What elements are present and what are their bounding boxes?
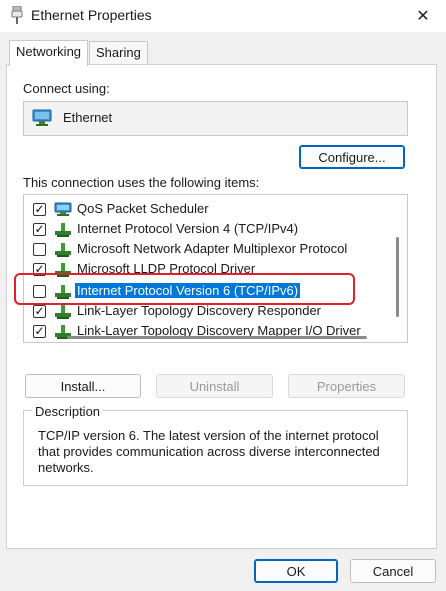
tab-label: Networking xyxy=(16,44,82,59)
checkbox[interactable]: ✓ xyxy=(33,223,46,236)
vertical-scrollbar[interactable] xyxy=(396,237,399,317)
list-item[interactable]: ✓ Internet Protocol Version 4 (TCP/IPv4) xyxy=(24,219,394,239)
install-button[interactable]: Install... xyxy=(25,374,141,398)
list-item[interactable]: Microsoft Network Adapter Multiplexor Pr… xyxy=(24,239,394,259)
list-item[interactable]: ✓ Link-Layer Topology Discovery Responde… xyxy=(24,301,394,321)
configure-button-label: Configure... xyxy=(318,149,386,165)
tab-networking[interactable]: Networking xyxy=(9,40,89,66)
tab-sharing[interactable]: Sharing xyxy=(89,41,148,64)
list-item[interactable]: Internet Protocol Version 6 (TCP/IPv6) xyxy=(24,281,394,301)
properties-button[interactable]: Properties xyxy=(288,374,405,398)
checkbox[interactable]: ✓ xyxy=(33,325,46,338)
checkbox[interactable] xyxy=(33,243,46,256)
protocol-icon xyxy=(55,285,71,299)
checkbox[interactable] xyxy=(33,285,46,298)
protocol-icon xyxy=(55,223,71,237)
network-cable-icon xyxy=(11,6,23,24)
install-button-label: Install... xyxy=(60,378,106,394)
protocol-icon xyxy=(55,243,71,257)
description-title: Description xyxy=(32,404,104,419)
network-service-icon xyxy=(54,202,72,216)
ok-button[interactable]: OK xyxy=(254,559,338,583)
tab-label: Sharing xyxy=(96,45,141,60)
adapter-box: Ethernet xyxy=(23,101,408,136)
network-adapter-icon xyxy=(32,109,52,126)
close-icon: ✕ xyxy=(416,8,430,25)
list-item-label: Link-Layer Topology Discovery Responder xyxy=(77,303,321,318)
list-item-label: Internet Protocol Version 4 (TCP/IPv4) xyxy=(77,221,299,236)
ok-button-label: OK xyxy=(286,563,306,579)
uninstall-button-label: Uninstall xyxy=(189,378,240,394)
list-item-label: QoS Packet Scheduler xyxy=(77,201,209,216)
horizontal-scrollbar[interactable] xyxy=(67,336,367,339)
uninstall-button[interactable]: Uninstall xyxy=(156,374,273,398)
protocol-icon xyxy=(55,263,71,277)
list-item-label: Internet Protocol Version 6 (TCP/IPv6) xyxy=(75,283,301,298)
protocol-icon xyxy=(55,305,71,319)
items-list[interactable]: ✓ QoS Packet Scheduler ✓ Internet Protoc… xyxy=(23,194,408,343)
list-item[interactable]: ✓ QoS Packet Scheduler xyxy=(24,199,394,219)
close-button[interactable]: ✕ xyxy=(400,0,446,32)
checkbox[interactable]: ✓ xyxy=(33,203,46,216)
items-label: This connection uses the following items… xyxy=(23,175,260,190)
checkbox[interactable]: ✓ xyxy=(33,305,46,318)
cancel-button-label: Cancel xyxy=(372,563,414,579)
adapter-name: Ethernet xyxy=(63,110,113,125)
title-bar: Ethernet Properties ✕ xyxy=(0,0,446,32)
list-item-label: Microsoft Network Adapter Multiplexor Pr… xyxy=(77,241,348,256)
description-text: TCP/IP version 6. The latest version of … xyxy=(38,428,380,475)
connect-using-label: Connect using: xyxy=(23,81,110,96)
configure-button[interactable]: Configure... xyxy=(299,145,405,169)
properties-button-label: Properties xyxy=(316,378,377,394)
list-item[interactable]: ✓ Microsoft LLDP Protocol Driver xyxy=(24,259,394,279)
list-item-label: Microsoft LLDP Protocol Driver xyxy=(77,261,256,276)
cancel-button[interactable]: Cancel xyxy=(350,559,436,583)
window-title: Ethernet Properties xyxy=(31,7,152,23)
checkbox[interactable]: ✓ xyxy=(33,263,46,276)
